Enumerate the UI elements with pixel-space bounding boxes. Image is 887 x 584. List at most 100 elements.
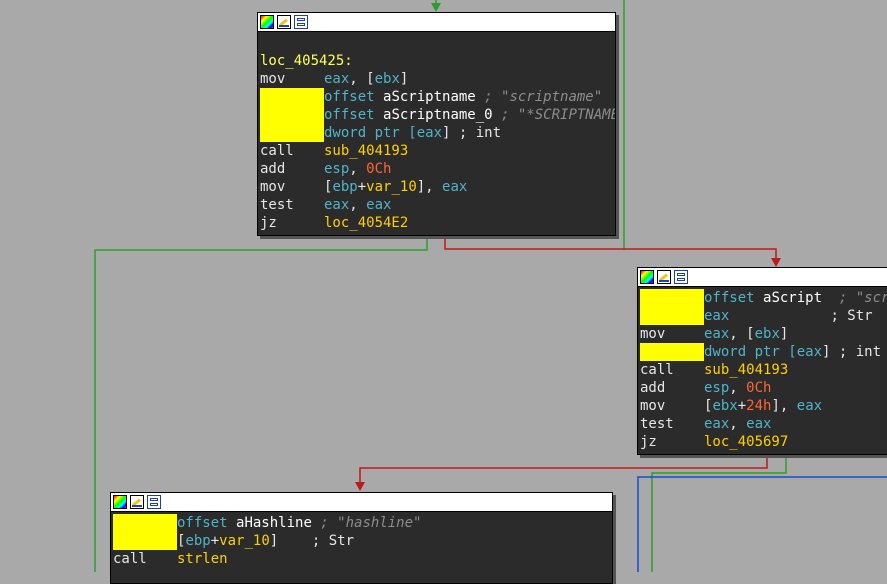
instruction-mnemonic: jz	[640, 434, 657, 450]
code-line[interactable]: test eax, eax	[260, 196, 615, 214]
operand-token[interactable]: aScript	[763, 290, 822, 306]
operand-token[interactable]: var_10	[219, 533, 270, 549]
code-line[interactable]	[260, 34, 615, 52]
code-line[interactable]: add esp, 0Ch	[640, 379, 887, 397]
instruction-mnemonic: call	[640, 362, 674, 378]
operand-token: eax	[704, 308, 730, 324]
code-line[interactable]: push dword ptr [eax] ; int	[260, 124, 615, 142]
operand-token: dword ptr [	[704, 344, 797, 360]
code-line[interactable]: push offset aScriptname_0 ; "*SCRIPTNAME"	[260, 106, 615, 124]
operand-token: ebx	[754, 326, 780, 342]
arrowhead-node3	[355, 482, 365, 491]
instruction-mnemonic: push	[640, 307, 704, 325]
graph-view-icon[interactable]	[674, 270, 688, 284]
operand-token[interactable]: aScriptname_0	[383, 107, 493, 123]
instruction-mnemonic: mov	[640, 398, 666, 414]
code-line[interactable]: test eax, eax	[640, 415, 887, 433]
code-line[interactable]: call sub_404193	[640, 361, 887, 379]
code-line[interactable]: call sub_404193	[260, 142, 615, 160]
node-titlebar	[258, 13, 615, 32]
rename-pencil-icon[interactable]	[657, 270, 671, 284]
code-line[interactable]: jz loc_4054E2	[260, 214, 615, 232]
operand-token: ],	[416, 179, 443, 195]
operand-token: ]	[779, 326, 789, 342]
operand-token: esp	[704, 380, 730, 396]
operand-token: ]	[399, 71, 409, 87]
instruction-mnemonic: add	[640, 380, 666, 396]
operand-token: ,	[729, 416, 747, 432]
code-line[interactable]: mov eax, [ebx]	[260, 70, 615, 88]
operand-token: eax	[366, 197, 392, 213]
code-block-1[interactable]: loc_405425: mov eax, [ebx] push offset aScri…	[257, 12, 616, 236]
operand-token: ; "scri	[838, 290, 887, 306]
instruction-mnemonic: push	[113, 532, 177, 550]
operand-token: offset	[324, 89, 384, 105]
code-line[interactable]: pushoffset aScript ; "scri	[640, 289, 887, 307]
code-line[interactable]: push offset aScriptname ; "scriptname"	[260, 88, 615, 106]
instruction-mnemonic: push	[640, 343, 704, 361]
code-line[interactable]: push dword ptr [eax] ; int	[640, 343, 887, 361]
operand-token: eax	[442, 179, 468, 195]
node-code-area: push offset aHashline ; "hashline" push [eb…	[111, 512, 612, 568]
instruction-mnemonic: call	[260, 143, 294, 159]
operand-token: ; "*SCRIPTNAME"	[492, 107, 616, 123]
operand-token[interactable]: sub_404193	[324, 143, 408, 159]
operand-token: ebp	[332, 179, 358, 195]
code-line[interactable]: mov [ebx+24h], eax	[640, 397, 887, 415]
code-line[interactable]: push eax ; Str	[640, 307, 887, 325]
color-palette-icon[interactable]	[640, 270, 654, 284]
operand-token: ] ; int	[442, 125, 502, 141]
rename-pencil-icon[interactable]	[130, 495, 144, 509]
operand-token[interactable]: aHashline	[236, 515, 312, 531]
operand-token: offset	[324, 107, 384, 123]
graph-view-icon[interactable]	[294, 15, 308, 29]
code-line[interactable]: push [ebp+var_10] ; Str	[113, 532, 612, 550]
operand-token[interactable]: sub_404193	[704, 362, 788, 378]
operand-token: offset	[177, 515, 237, 531]
instruction-mnemonic: mov	[640, 326, 666, 342]
operand-token: ,	[729, 380, 747, 396]
location-label[interactable]: loc_405425:	[260, 53, 353, 69]
operand-token: ],	[771, 398, 797, 414]
code-line[interactable]: loc_405425:	[260, 52, 615, 70]
operand-token: offset	[704, 290, 764, 306]
operand-token: ,	[349, 197, 367, 213]
operand-token: eax	[324, 71, 350, 87]
rename-pencil-icon[interactable]	[277, 15, 291, 29]
instruction-mnemonic: push	[260, 124, 324, 142]
instruction-mnemonic: call	[113, 551, 147, 567]
operand-token: eax	[704, 326, 730, 342]
operand-token[interactable]: var_10	[366, 179, 417, 195]
operand-token[interactable]: loc_405697	[704, 434, 788, 450]
operand-token[interactable]: aScriptname	[383, 89, 476, 105]
color-palette-icon[interactable]	[113, 495, 127, 509]
instruction-mnemonic: push	[260, 106, 324, 124]
code-line[interactable]: mov [ebp+var_10], eax	[260, 178, 615, 196]
instruction-mnemonic: test	[640, 416, 674, 432]
instruction-mnemonic: test	[260, 197, 294, 213]
color-palette-icon[interactable]	[260, 15, 274, 29]
code-line[interactable]: mov eax, [ebx]	[640, 325, 887, 343]
graph-view-icon[interactable]	[147, 495, 161, 509]
operand-token[interactable]: strlen	[177, 551, 228, 567]
edge-jump-blue	[637, 476, 887, 572]
operand-token: +	[737, 398, 747, 414]
operand-token: eax	[704, 416, 730, 432]
operand-token: 0Ch	[746, 380, 772, 396]
operand-token: 24h	[746, 398, 772, 414]
edge-false-red-2	[359, 455, 768, 487]
operand-token: esp	[324, 161, 350, 177]
code-block-3[interactable]: push offset aHashline ; "hashline" push [eb…	[110, 492, 613, 584]
instruction-mnemonic: push	[260, 88, 324, 106]
code-line[interactable]: add esp, 0Ch	[260, 160, 615, 178]
arrowhead-node2	[771, 258, 781, 267]
operand-token[interactable]: loc_4054E2	[324, 215, 408, 231]
operand-token: ] ; Str	[269, 533, 355, 549]
code-block-2[interactable]: pushoffset aScript ; "scripusheax ; Strm…	[637, 267, 887, 455]
instruction-mnemonic: mov	[260, 71, 286, 87]
code-line[interactable]: call strlen	[113, 550, 612, 568]
code-line[interactable]: jz loc_405697	[640, 433, 887, 451]
code-line[interactable]: push offset aHashline ; "hashline"	[113, 514, 612, 532]
node-titlebar	[638, 268, 887, 287]
operand-token: ebx	[712, 398, 738, 414]
